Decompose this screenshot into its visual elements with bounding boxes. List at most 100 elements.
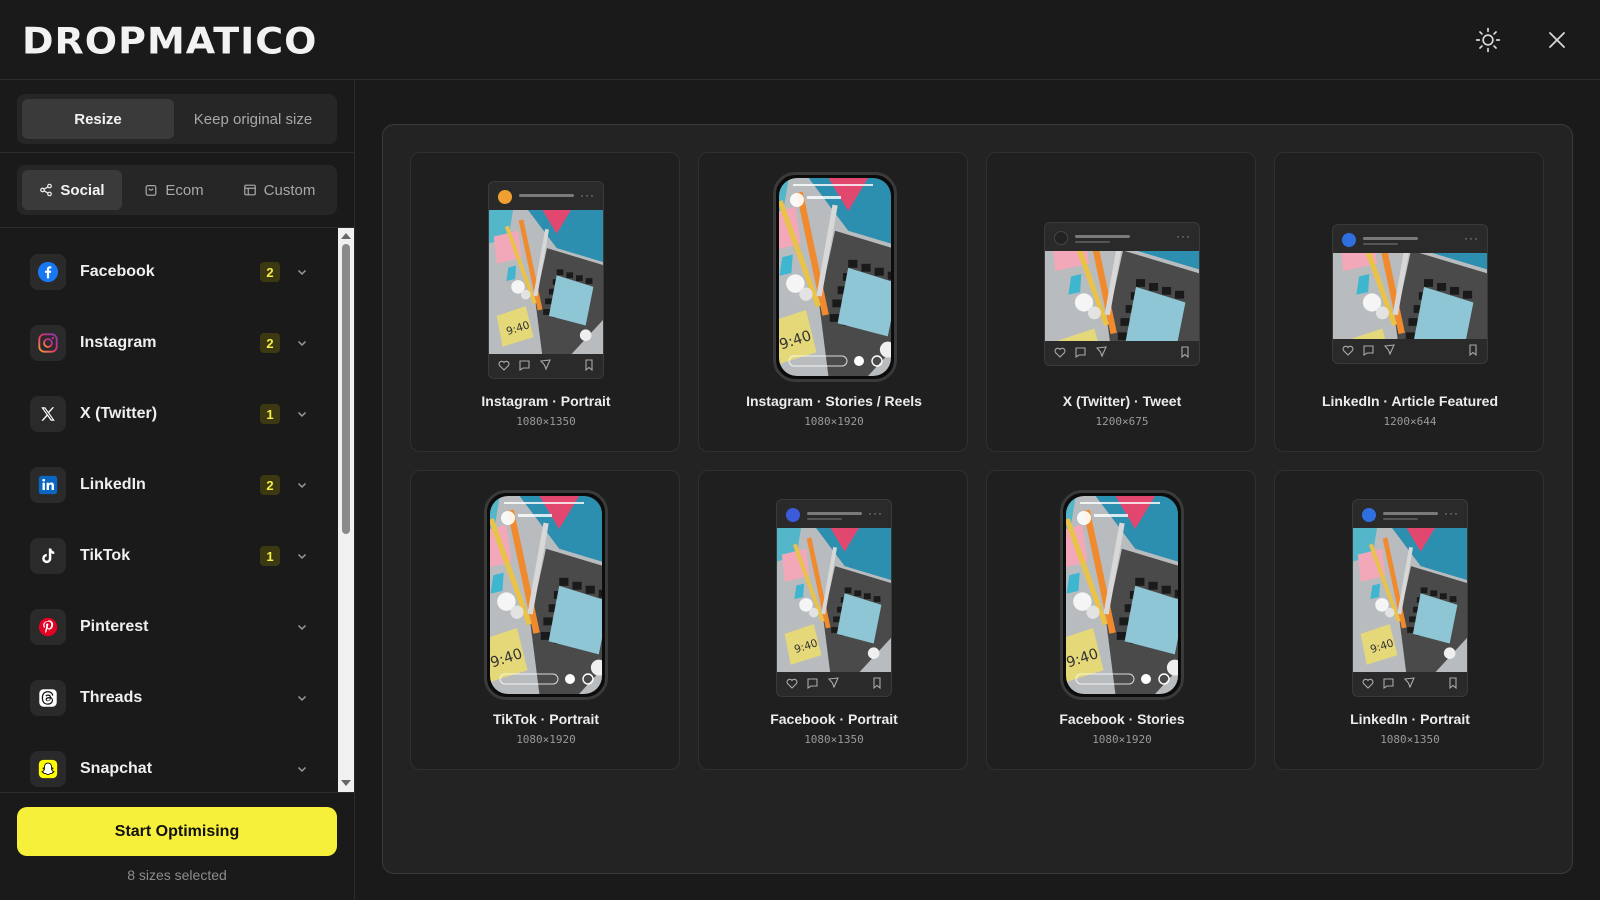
preview-title: TikTok · Portrait xyxy=(492,711,600,727)
snapchat-icon xyxy=(30,751,66,787)
preview-title: Facebook · Stories xyxy=(1059,711,1185,727)
comment-icon xyxy=(1363,345,1374,357)
more-options-icon: ··· xyxy=(580,188,595,202)
platform-item-threads[interactable]: Threads xyxy=(30,678,310,718)
handle-placeholder xyxy=(1075,241,1110,243)
selected-count-badge: 2 xyxy=(260,333,280,353)
platform-item-snapchat[interactable]: Snapchat xyxy=(30,749,310,789)
platform-label: Facebook xyxy=(80,263,155,280)
post-header: ··· xyxy=(1333,225,1487,253)
heart-icon xyxy=(1362,678,1374,689)
tab-social[interactable]: Social xyxy=(22,170,122,210)
send-icon xyxy=(827,677,839,689)
platform-item-linkedin[interactable]: LinkedIn 2 xyxy=(30,465,310,505)
preview-card-linkedin-article[interactable]: ··· LinkedIn · Article Featured 1200×644 xyxy=(1274,152,1544,452)
send-icon xyxy=(539,359,551,371)
platform-label: Instagram xyxy=(80,334,157,351)
theme-toggle-button[interactable] xyxy=(1472,24,1504,56)
preview-title: Instagram · Stories / Reels xyxy=(746,393,922,409)
x-icon xyxy=(30,396,66,432)
selected-count-badge: 2 xyxy=(260,262,280,282)
divider xyxy=(0,792,354,793)
post-header: ··· xyxy=(1353,500,1467,528)
preview-card-instagram-portrait[interactable]: ··· Instagram · Portrait 1080×1350 xyxy=(410,152,680,452)
more-options-icon: ··· xyxy=(1464,231,1479,245)
close-icon xyxy=(1549,32,1565,48)
platform-label: TikTok xyxy=(80,547,131,564)
tab-ecom-label: Ecom xyxy=(165,181,204,199)
scrollbar-thumb[interactable] xyxy=(342,244,350,534)
close-button[interactable] xyxy=(1541,24,1573,56)
platform-label: X (Twitter) xyxy=(80,405,158,422)
preview-card-facebook-portrait[interactable]: ··· Facebook · Portrait 1080×1350 xyxy=(698,470,968,770)
preview-dimensions: 1080×1350 xyxy=(516,415,576,428)
chevron-down-icon xyxy=(294,406,310,422)
chevron-down-icon xyxy=(294,264,310,280)
scroll-down-arrow-icon[interactable] xyxy=(341,780,351,786)
post-mockup: ··· xyxy=(488,181,604,379)
platform-list-scrollbar[interactable] xyxy=(338,228,354,792)
phone-mockup xyxy=(773,172,897,382)
platform-item-pinterest[interactable]: Pinterest xyxy=(30,607,310,647)
facebook-icon xyxy=(30,254,66,290)
more-options-icon: ··· xyxy=(1444,506,1459,520)
bookmark-icon xyxy=(1181,346,1189,359)
app-logo: DROPMATICO xyxy=(22,20,318,62)
tab-custom[interactable]: Custom xyxy=(226,170,332,210)
preview-card-linkedin-portrait[interactable]: ··· LinkedIn · Portrait 1080×1350 xyxy=(1274,470,1544,770)
preview-title: Facebook · Portrait xyxy=(770,711,898,727)
platform-item-x-twitter[interactable]: X (Twitter) 1 xyxy=(30,394,310,434)
selected-count-badge xyxy=(260,617,280,637)
sun-icon xyxy=(1475,27,1501,53)
comment-icon xyxy=(1075,347,1086,359)
selected-count-badge: 1 xyxy=(260,404,280,424)
bookmark-icon xyxy=(585,359,593,372)
post-header: ··· xyxy=(777,500,891,528)
scroll-up-arrow-icon[interactable] xyxy=(341,233,351,239)
post-mockup: ··· xyxy=(1044,222,1200,366)
timestamp-placeholder xyxy=(807,518,842,520)
platform-label: LinkedIn xyxy=(80,476,146,493)
selected-count-badge xyxy=(260,759,280,779)
resize-option[interactable]: Resize xyxy=(22,99,174,139)
preview-grid: 9:40 ··· xyxy=(382,124,1573,874)
keep-original-size-option[interactable]: Keep original size xyxy=(174,99,332,139)
preview-image xyxy=(490,496,602,694)
preview-card-tiktok-portrait[interactable]: TikTok · Portrait 1080×1920 xyxy=(410,470,680,770)
tab-ecom[interactable]: Ecom xyxy=(122,170,226,210)
platform-label: Pinterest xyxy=(80,618,149,635)
heart-icon xyxy=(786,678,798,689)
preview-title: X (Twitter) · Tweet xyxy=(1062,393,1182,409)
platform-item-tiktok[interactable]: TikTok 1 xyxy=(30,536,310,576)
preview-title: LinkedIn · Article Featured xyxy=(1321,393,1499,409)
username-placeholder xyxy=(1383,512,1438,515)
platform-item-instagram[interactable]: Instagram 2 xyxy=(30,323,310,363)
start-optimising-button[interactable]: Start Optimising xyxy=(17,807,337,856)
chevron-down-icon xyxy=(294,619,310,635)
preview-card-x-tweet[interactable]: ··· X (Twitter) · Tweet 1200×675 xyxy=(986,152,1256,452)
linkedin-icon xyxy=(30,467,66,503)
category-tabs: Social Ecom Custom xyxy=(17,165,337,215)
chevron-down-icon xyxy=(294,548,310,564)
selected-sizes-count: 8 sizes selected xyxy=(127,867,227,883)
preview-card-facebook-stories[interactable]: Facebook · Stories 1080×1920 xyxy=(986,470,1256,770)
comment-icon xyxy=(519,360,530,372)
platform-label: Threads xyxy=(80,689,143,706)
heart-icon xyxy=(1054,347,1066,358)
phone-mockup xyxy=(484,490,608,700)
preview-dimensions: 1080×1920 xyxy=(1092,733,1152,746)
preview-title: Instagram · Portrait xyxy=(481,393,611,409)
avatar xyxy=(786,508,800,522)
threads-icon xyxy=(30,680,66,716)
preview-card-instagram-stories[interactable]: Instagram · Stories / Reels 1080×1920 xyxy=(698,152,968,452)
platform-item-facebook[interactable]: Facebook 2 xyxy=(30,252,310,292)
preview-dimensions: 1200×644 xyxy=(1383,415,1437,428)
pinterest-icon xyxy=(30,609,66,645)
preview-image xyxy=(1045,251,1199,341)
more-options-icon: ··· xyxy=(1176,229,1191,243)
avatar xyxy=(498,190,512,204)
post-actions xyxy=(1045,339,1199,365)
preview-image xyxy=(777,528,891,672)
app-header: DROPMATICO xyxy=(0,0,1600,80)
post-actions xyxy=(1353,670,1467,696)
